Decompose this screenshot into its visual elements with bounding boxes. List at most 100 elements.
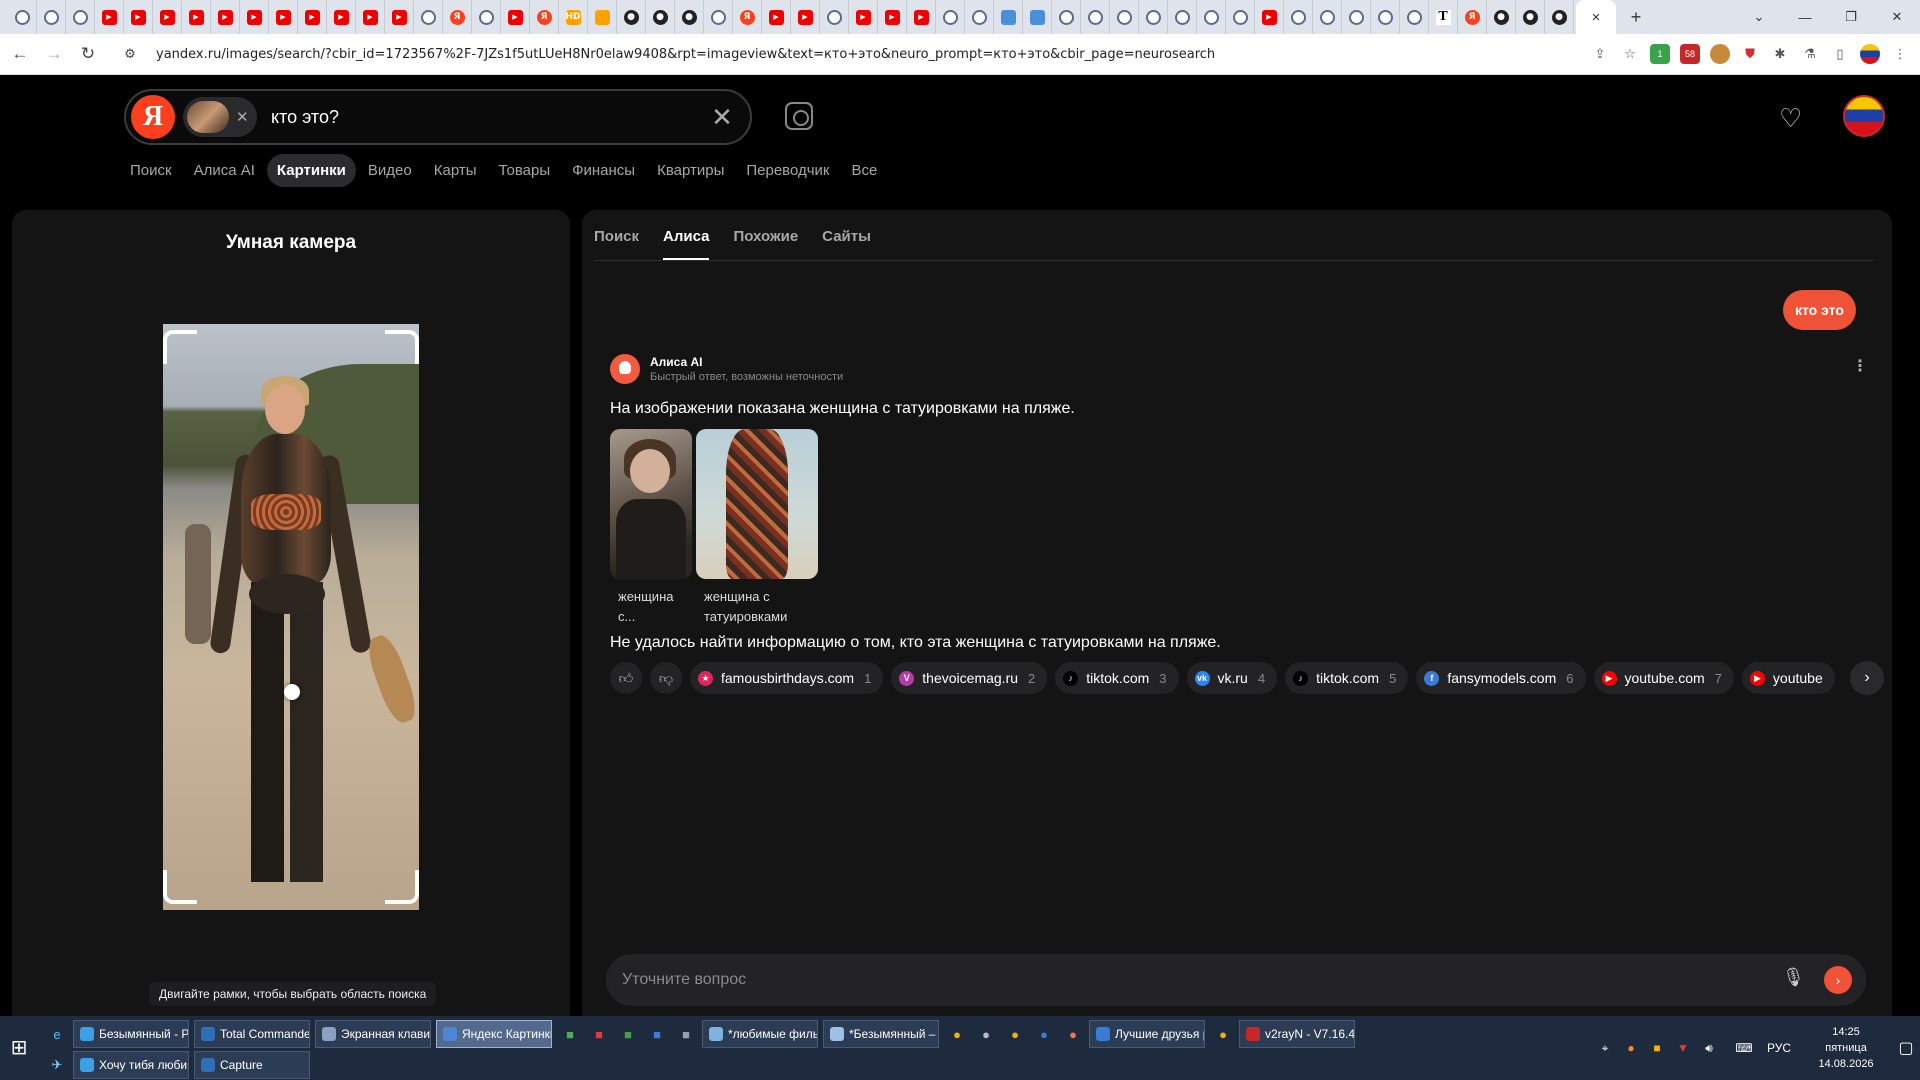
favorites-heart-icon[interactable]: ♡	[1779, 103, 1802, 134]
browser-tab-46[interactable]	[1313, 0, 1342, 34]
source-chip-2[interactable]: Vthevoicemag.ru 2	[891, 662, 1048, 694]
clock[interactable]: 14:25 пятница 14.08.2026	[1801, 1024, 1891, 1072]
thumbs-up-icon[interactable]: 👍︎	[610, 662, 642, 694]
browser-tab-25[interactable]	[704, 0, 733, 34]
browser-tab-4[interactable]: ▶	[95, 0, 124, 34]
camera-search-icon[interactable]	[785, 102, 813, 130]
browser-tab-32[interactable]: ▶	[907, 0, 936, 34]
source-chip-4[interactable]: vk vk.ru 4	[1186, 662, 1278, 694]
browser-tab-26[interactable]: Я	[733, 0, 762, 34]
chip-remove-icon[interactable]: ✕	[236, 108, 249, 126]
browser-tab-51[interactable]: Я	[1458, 0, 1487, 34]
browser-tab-43[interactable]	[1226, 0, 1255, 34]
message-menu-icon[interactable]: ⋮	[1852, 356, 1868, 376]
browser-tab-54[interactable]: ●	[1545, 0, 1574, 34]
back-button[interactable]: ←	[6, 40, 34, 68]
network-icon[interactable]: ⌖	[1595, 1038, 1615, 1058]
browser-tab-29[interactable]	[820, 0, 849, 34]
forward-button[interactable]: →	[40, 40, 68, 68]
quick-launch-icon-8[interactable]: ●	[1002, 1020, 1028, 1048]
browser-tab-53[interactable]: ●	[1516, 0, 1545, 34]
browser-tab-13[interactable]: ▶	[356, 0, 385, 34]
tab-list-button[interactable]: ⌄	[1736, 0, 1782, 34]
taskbar-window-row1-8[interactable]: v2rayN - V7.16.4 -...	[1239, 1020, 1355, 1048]
keyboard-icon[interactable]: ⌨	[1734, 1038, 1754, 1058]
tray-app-yellow-icon[interactable]: ■	[1647, 1038, 1667, 1058]
service-tab-3[interactable]: Картинки	[266, 153, 356, 187]
quick-launch-icon-11[interactable]: ●	[1210, 1020, 1236, 1048]
crop-corner-top-left[interactable]	[163, 330, 197, 364]
browser-tab-3[interactable]	[66, 0, 95, 34]
taskbar-window-row2-2[interactable]: Capture	[194, 1051, 310, 1079]
extension-cookie-icon[interactable]	[1710, 44, 1730, 64]
service-tab-4[interactable]: Видео	[368, 162, 412, 179]
browser-tab-7[interactable]: ▶	[182, 0, 211, 34]
browser-tab-50[interactable]: T	[1429, 0, 1458, 34]
result-image-2-caption[interactable]: женщина с татуировками	[704, 587, 814, 627]
browser-menu-icon[interactable]: ⋮	[1890, 44, 1910, 64]
results-tab-3[interactable]: Похожие	[733, 228, 798, 260]
new-tab-button[interactable]: +	[1616, 0, 1656, 34]
close-window-button[interactable]: ✕	[1874, 0, 1920, 34]
quick-launch-icon-4[interactable]: ■	[644, 1020, 670, 1048]
browser-tab-42[interactable]	[1197, 0, 1226, 34]
browser-tab-39[interactable]	[1110, 0, 1139, 34]
quick-launch-icon-3[interactable]: ■	[615, 1020, 641, 1048]
taskbar-window-row1-1[interactable]: Безымянный - P...	[73, 1020, 189, 1048]
refine-question-input[interactable]: Уточните вопрос 🎙︎ ›	[606, 954, 1866, 1006]
browser-tab-8[interactable]: ▶	[211, 0, 240, 34]
browser-tab-18[interactable]: ▶	[501, 0, 530, 34]
extension-shield-icon[interactable]: ⛊	[1740, 44, 1760, 64]
browser-tab-11[interactable]: ▶	[298, 0, 327, 34]
extensions-puzzle-icon[interactable]: ✱	[1770, 44, 1790, 64]
object-marker-dot[interactable]	[284, 684, 300, 700]
taskbar-window-row1-5[interactable]: *любимые филь...	[702, 1020, 818, 1048]
results-tab-2[interactable]: Алиса	[663, 228, 710, 260]
bookmark-star-icon[interactable]: ☆	[1620, 44, 1640, 64]
browser-tab-5[interactable]: ▶	[124, 0, 153, 34]
service-tab-10[interactable]: Все	[852, 162, 878, 179]
service-tab-5[interactable]: Карты	[434, 162, 477, 179]
source-chip-7[interactable]: ▶ youtube.com 7	[1593, 662, 1734, 694]
browser-tab-41[interactable]	[1168, 0, 1197, 34]
browser-tab-48[interactable]	[1371, 0, 1400, 34]
browser-tab-40[interactable]	[1139, 0, 1168, 34]
source-chip-8[interactable]: ▶ youtube	[1741, 662, 1835, 694]
result-image-1-caption[interactable]: женщина с...	[618, 587, 690, 627]
quick-launch-icon-9[interactable]: ●	[1031, 1020, 1057, 1048]
browser-tab-36[interactable]	[1023, 0, 1052, 34]
crop-corner-bottom-right[interactable]	[385, 870, 419, 904]
taskbar-window-row1-6[interactable]: *Безымянный – ...	[823, 1020, 939, 1048]
extension-red-icon[interactable]: 58	[1680, 44, 1700, 64]
browser-tab-24[interactable]: ●	[675, 0, 704, 34]
taskbar-window-row1-2[interactable]: Total Commander...	[194, 1020, 310, 1048]
user-avatar[interactable]	[1843, 95, 1885, 137]
browser-tab-49[interactable]	[1400, 0, 1429, 34]
taskbar-window-row1-4[interactable]: Яндекс Картинки...	[436, 1020, 552, 1048]
source-chip-6[interactable]: f fansymodels.com 6	[1416, 662, 1586, 694]
browser-tab-22[interactable]: ●	[617, 0, 646, 34]
taskbar-window-row1-3[interactable]: Экранная клавиа...	[315, 1020, 431, 1048]
browser-tab-9[interactable]: ▶	[240, 0, 269, 34]
browser-tab-6[interactable]: ▶	[153, 0, 182, 34]
browser-tab-23[interactable]: ●	[646, 0, 675, 34]
service-tab-2[interactable]: Алиса AI	[194, 162, 255, 179]
browser-tab-33[interactable]	[936, 0, 965, 34]
browser-tab-31[interactable]: ▶	[878, 0, 907, 34]
service-tab-6[interactable]: Товары	[499, 162, 551, 179]
browser-tab-10[interactable]: ▶	[269, 0, 298, 34]
minimize-button[interactable]: —	[1782, 0, 1828, 34]
image-query-chip[interactable]: ✕	[183, 97, 257, 137]
ie-icon[interactable]: e	[44, 1020, 70, 1048]
quick-launch-icon-2[interactable]: ■	[586, 1020, 612, 1048]
browser-tab-34[interactable]	[965, 0, 994, 34]
quick-launch-icon-5[interactable]: ■	[673, 1020, 699, 1048]
microphone-icon[interactable]: 🎙︎	[1782, 967, 1805, 993]
source-chip-5[interactable]: ♪ tiktok.com 5	[1285, 662, 1409, 694]
browser-tab-38[interactable]	[1081, 0, 1110, 34]
reload-button[interactable]: ↻	[74, 40, 102, 68]
service-tab-9[interactable]: Переводчик	[746, 162, 829, 179]
input-language[interactable]: РУС	[1767, 1041, 1791, 1055]
browser-tab-52[interactable]: ●	[1487, 0, 1516, 34]
browser-tab-30[interactable]: ▶	[849, 0, 878, 34]
